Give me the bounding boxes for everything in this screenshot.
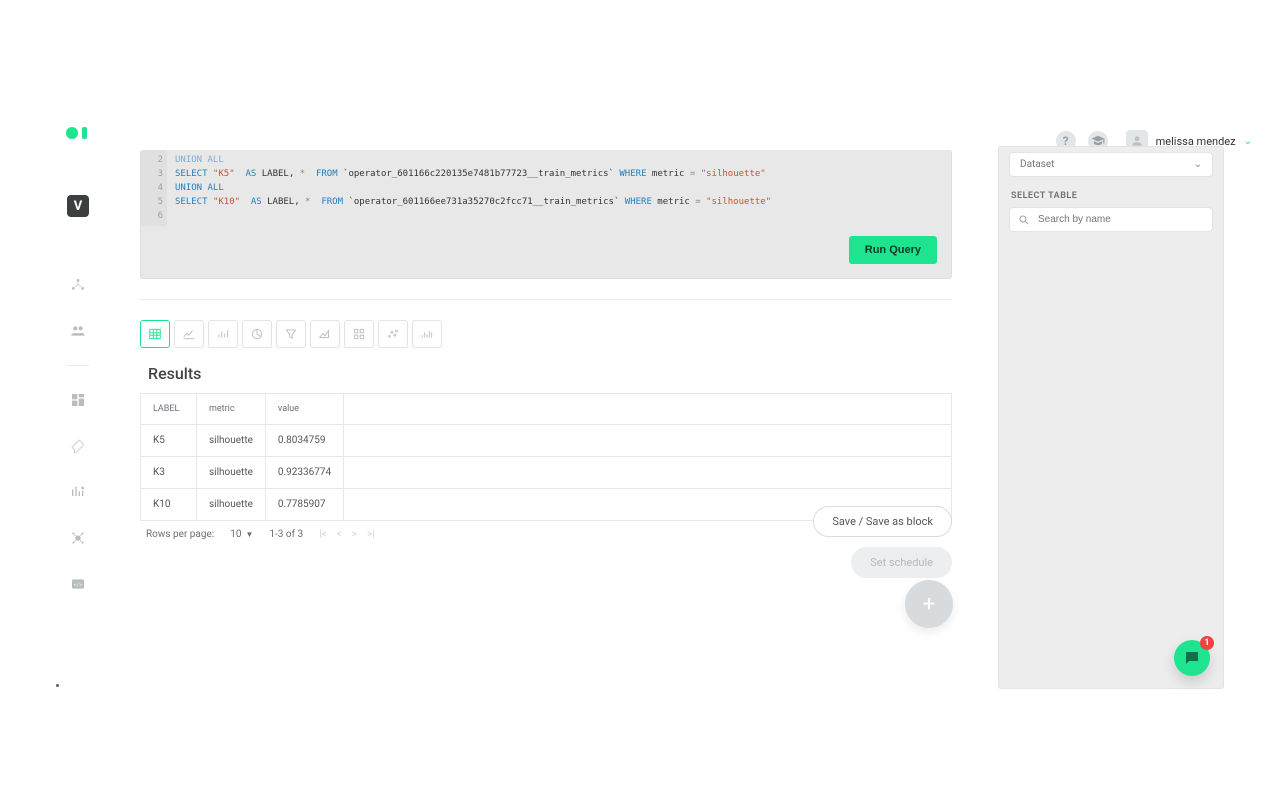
page-range: 1-3 of 3 — [269, 529, 303, 540]
view-funnel-icon[interactable] — [276, 320, 306, 348]
rows-per-page-select[interactable]: 10 ▼ — [230, 529, 253, 540]
chevron-down-icon: ▼ — [245, 530, 253, 539]
view-pie-icon[interactable] — [242, 320, 272, 348]
select-table-label: SELECT TABLE — [1011, 191, 1211, 201]
save-button[interactable]: Save / Save as block — [813, 506, 952, 537]
rail-sql-icon[interactable]: </> — [64, 570, 92, 598]
svg-text:</>: </> — [74, 582, 83, 588]
code-gutter: 23456 — [141, 150, 167, 226]
view-bar-icon[interactable] — [208, 320, 238, 348]
cursor-dot — [56, 684, 59, 687]
add-fab[interactable]: + — [905, 580, 953, 628]
chat-badge: 1 — [1200, 636, 1214, 650]
chevron-down-icon: ⌄ — [1244, 136, 1252, 147]
sql-editor[interactable]: 23456 UNION ALLSELECT "K5" AS LABEL, * F… — [140, 150, 952, 279]
view-grid-icon[interactable] — [344, 320, 374, 348]
main-content: 23456 UNION ALLSELECT "K5" AS LABEL, * F… — [140, 150, 952, 540]
set-schedule-button: Set schedule — [851, 547, 952, 578]
rail-dashboard-icon[interactable] — [64, 386, 92, 414]
run-query-button[interactable]: Run Query — [849, 236, 937, 264]
rail-people-icon[interactable] — [64, 317, 92, 345]
rail-model-icon[interactable] — [64, 524, 92, 552]
rows-per-page-label: Rows per page: — [146, 529, 214, 540]
chevron-down-icon: ⌄ — [1194, 159, 1202, 170]
rail-flow-icon[interactable] — [64, 271, 92, 299]
page-first-icon[interactable]: |< — [319, 529, 327, 540]
view-scatter-icon[interactable] — [378, 320, 408, 348]
page-prev-icon[interactable]: < — [337, 529, 342, 540]
rail-metrics-icon[interactable] — [64, 478, 92, 506]
table-header: LABEL — [141, 394, 197, 425]
table-header: value — [265, 394, 343, 425]
rail-project[interactable]: V — [67, 195, 89, 217]
left-rail: V </> — [60, 195, 96, 598]
chat-button[interactable]: 1 — [1174, 640, 1210, 676]
dataset-select[interactable]: Dataset ⌄ — [1009, 152, 1213, 177]
chat-icon — [1183, 649, 1201, 667]
table-header: metric — [197, 394, 266, 425]
page-last-icon[interactable]: >| — [367, 529, 375, 540]
rail-deploy-icon[interactable] — [64, 432, 92, 460]
viewbar — [140, 320, 952, 348]
search-input[interactable] — [1036, 213, 1204, 226]
table-search[interactable] — [1009, 207, 1213, 232]
search-icon — [1018, 214, 1030, 226]
results-title: Results — [148, 364, 952, 383]
table-row[interactable]: K5silhouette0.8034759 — [141, 425, 952, 457]
view-line-icon[interactable] — [174, 320, 204, 348]
results-table: LABELmetricvalue K5silhouette0.8034759K3… — [140, 393, 952, 521]
page-next-icon[interactable]: > — [352, 529, 357, 540]
divider — [140, 299, 952, 300]
table-row[interactable]: K3silhouette0.92336774 — [141, 457, 952, 489]
view-area-icon[interactable] — [310, 320, 340, 348]
app-header: ? melissa mendez ⌄ — [0, 0, 1280, 160]
logo — [66, 127, 87, 139]
side-panel: Dataset ⌄ SELECT TABLE — [998, 146, 1224, 689]
code-lines[interactable]: UNION ALLSELECT "K5" AS LABEL, * FROM `o… — [167, 150, 951, 212]
view-histogram-icon[interactable] — [412, 320, 442, 348]
table-header-row: LABELmetricvalue — [141, 394, 952, 425]
view-table-icon[interactable] — [140, 320, 170, 348]
